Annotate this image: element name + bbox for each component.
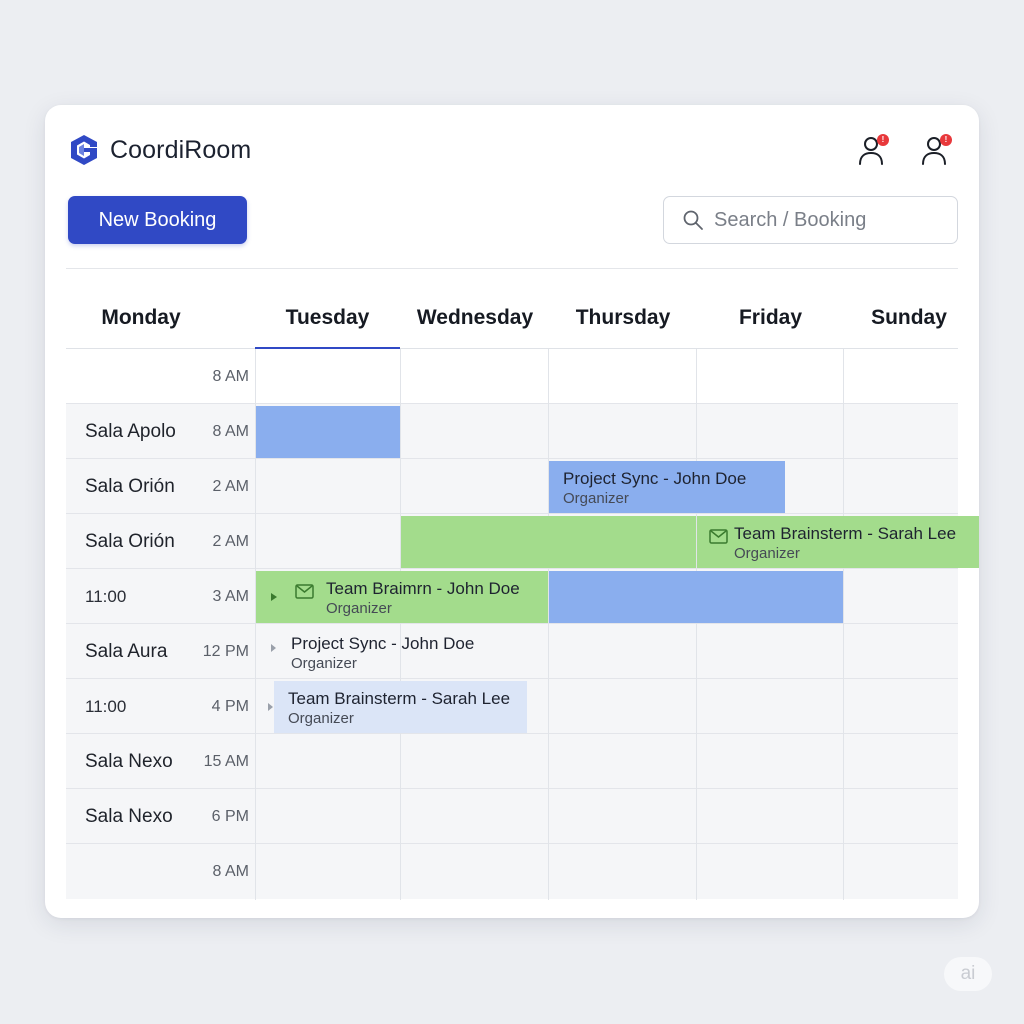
mail-check-icon — [709, 529, 728, 544]
expand-caret-icon[interactable] — [271, 593, 277, 601]
expand-caret-icon[interactable] — [268, 703, 273, 711]
row-room-label: Sala Nexo — [85, 751, 173, 772]
row-room-label: Sala Nexo — [85, 806, 173, 827]
row-room-label: Sala Aura — [85, 641, 168, 662]
schedule-row: Sala Nexo 6 PM — [66, 789, 958, 844]
booking-title: Project Sync - John Doe — [563, 469, 747, 488]
row-time-label: 6 PM — [211, 808, 249, 825]
booking-project-sync-tuesday[interactable]: Project Sync - John Doe Organizer — [256, 626, 548, 678]
row-time-label: 3 AM — [212, 588, 249, 605]
column-divider — [696, 349, 697, 900]
booking-title: Team Braimrn - John Doe — [326, 579, 520, 598]
booking-team-brainsterm-tuesday[interactable]: Team Brainsterm - Sarah Lee Organizer — [274, 681, 527, 733]
row-time-label: 8 AM — [212, 423, 249, 440]
booking-organizer: Organizer — [291, 655, 357, 672]
row-room-label: Sala Orión — [85, 476, 175, 497]
booking-title: Project Sync - John Doe — [291, 634, 475, 653]
booking-organizer: Organizer — [288, 710, 354, 727]
day-header-wednesday[interactable]: Wednesday — [401, 298, 549, 338]
app-name: CoordiRoom — [110, 135, 252, 164]
user-profile-button[interactable]: ! — [918, 133, 954, 169]
mail-check-icon — [295, 584, 314, 599]
row-time-label: 8 AM — [212, 863, 249, 880]
schedule-row: 8 AM — [66, 349, 958, 404]
row-room-label: Sala Apolo — [85, 421, 176, 442]
row-time-label: 2 AM — [212, 533, 249, 550]
divider — [66, 268, 958, 269]
row-room-label: 11:00 — [85, 697, 127, 716]
row-time-label: 2 AM — [212, 478, 249, 495]
booking-team-braimrn-tuesday[interactable]: Team Braimrn - John Doe Organizer — [256, 571, 548, 623]
day-header-tuesday[interactable]: Tuesday — [255, 298, 400, 338]
booking-organizer: Organizer — [563, 490, 629, 507]
search-input[interactable] — [714, 208, 944, 232]
row-time-label: 12 PM — [202, 643, 249, 660]
day-header-friday[interactable]: Friday — [697, 298, 844, 338]
coordiroom-logo-icon — [71, 135, 97, 165]
booking-team-brainsterm-friday[interactable]: Team Brainsterm - Sarah Lee Organizer — [697, 516, 979, 568]
watermark-badge: ai — [944, 957, 992, 991]
app-logo[interactable]: CoordiRoom — [67, 133, 251, 167]
booking-title: Team Brainsterm - Sarah Lee — [288, 689, 511, 708]
row-room-label: Sala Orión — [85, 531, 175, 552]
column-divider — [548, 349, 549, 900]
new-booking-button[interactable]: New Booking — [68, 196, 247, 244]
user-notifications-button[interactable]: ! — [855, 133, 891, 169]
schedule-row: Sala Orión 2 AM — [66, 459, 958, 514]
expand-caret-icon[interactable] — [271, 644, 276, 652]
app-window: CoordiRoom ! ! New Booking Monday Tuesda… — [45, 105, 979, 918]
row-time-label: 15 AM — [203, 753, 249, 770]
booking-title: Team Brainsterm - Sarah Lee — [734, 524, 957, 543]
booking-organizer: Organizer — [734, 545, 800, 562]
schedule-row: Sala Nexo 15 AM — [66, 734, 958, 789]
booking-organizer: Organizer — [326, 600, 392, 617]
row-time-label: 4 PM — [211, 698, 249, 715]
column-divider — [400, 349, 401, 900]
notification-badge: ! — [877, 134, 889, 146]
notification-badge: ! — [940, 134, 952, 146]
day-header-thursday[interactable]: Thursday — [549, 298, 697, 338]
day-header-sunday[interactable]: Sunday — [844, 298, 974, 338]
booking-block-orion-wednesday[interactable] — [401, 516, 696, 568]
day-header-monday[interactable]: Monday — [66, 298, 216, 338]
schedule-row: Sala Apolo 8 AM — [66, 404, 958, 459]
row-room-label: 11:00 — [85, 587, 127, 606]
search-box[interactable] — [663, 196, 958, 244]
booking-project-sync-thursday[interactable]: Project Sync - John Doe Organizer — [549, 461, 785, 513]
booking-block-apolo-tuesday[interactable] — [256, 406, 400, 458]
schedule-row: 8 AM — [66, 844, 958, 899]
search-icon — [683, 210, 703, 230]
row-time-label: 8 AM — [212, 368, 249, 385]
booking-block-thursday-3am[interactable] — [549, 571, 843, 623]
column-divider — [843, 349, 844, 900]
